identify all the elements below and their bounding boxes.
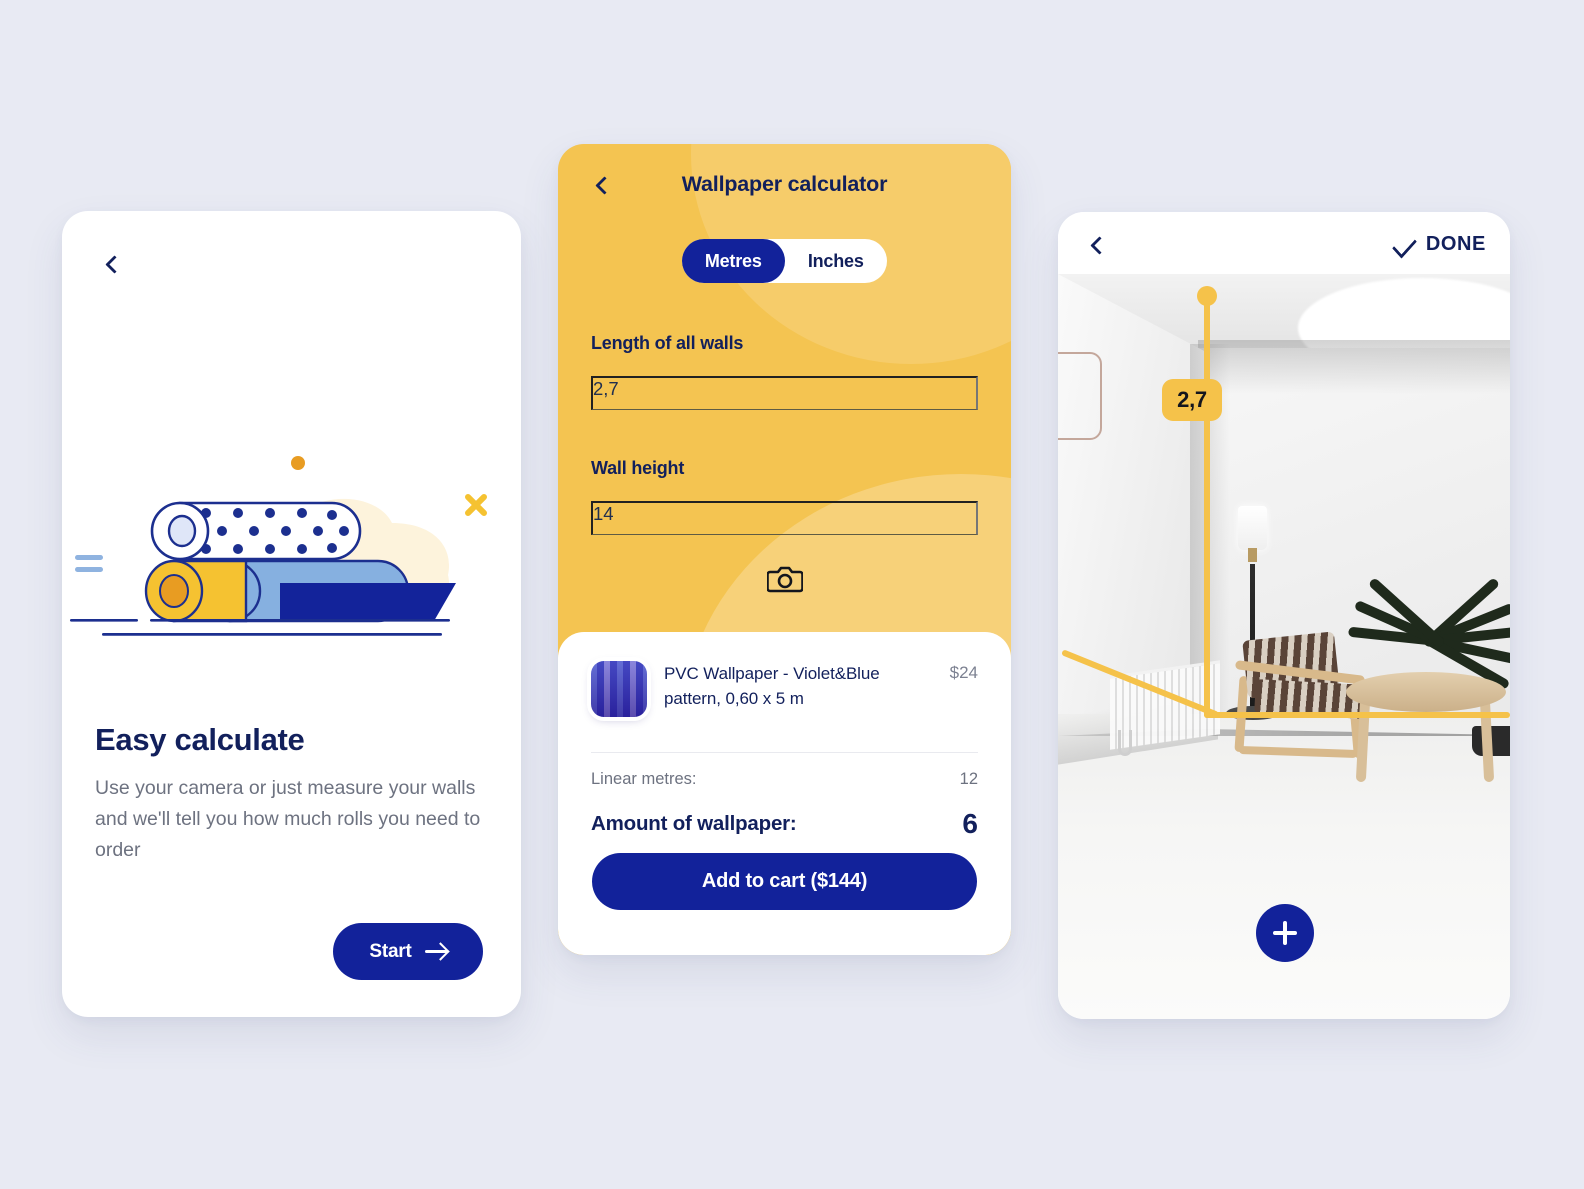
plus-icon xyxy=(1273,921,1297,945)
screens-stage: Easy calculate Use your camera or just m… xyxy=(0,0,1584,1189)
amount-value: 6 xyxy=(962,808,978,839)
length-field: Length of all walls xyxy=(591,333,978,410)
length-field-label: Length of all walls xyxy=(591,333,744,353)
height-input[interactable] xyxy=(591,501,978,535)
amount-row: Amount of wallpaper: 6 xyxy=(591,808,978,840)
chevron-left-icon xyxy=(104,254,124,274)
add-measurement-button[interactable] xyxy=(1256,904,1314,962)
done-button-label: DONE xyxy=(1425,232,1486,255)
living-room-camera-view: 2,7 xyxy=(1058,274,1510,1019)
divider xyxy=(591,752,978,753)
amount-label: Amount of wallpaper: xyxy=(591,812,797,835)
chevron-left-icon xyxy=(1089,235,1109,255)
measurement-badge[interactable]: 2,7 xyxy=(1162,379,1222,421)
height-field: Wall height xyxy=(591,458,978,535)
wallpaper-calculator-screen: Wallpaper calculator Metres Inches Lengt… xyxy=(558,144,1011,955)
back-button[interactable] xyxy=(1078,224,1120,266)
ar-measure-screen: DONE 2,7 xyxy=(1058,212,1510,1019)
done-button[interactable]: DONE xyxy=(1393,225,1486,263)
wallpaper-swatch-thumbnail xyxy=(591,661,647,717)
onboarding-screen: Easy calculate Use your camera or just m… xyxy=(62,211,521,1017)
camera-button[interactable] xyxy=(558,564,1011,594)
calculator-header: Wallpaper calculator xyxy=(558,144,1011,224)
product-name: PVC Wallpaper - Violet&Blue pattern, 0,6… xyxy=(664,664,880,708)
page-subtitle: Use your camera or just measure your wal… xyxy=(95,777,481,861)
arrow-right-icon xyxy=(424,950,447,953)
start-button[interactable]: Start xyxy=(333,923,483,980)
height-field-label: Wall height xyxy=(591,458,685,478)
check-icon xyxy=(1393,238,1415,250)
product-row[interactable]: PVC Wallpaper - Violet&Blue pattern, 0,6… xyxy=(591,661,978,717)
back-button[interactable] xyxy=(93,243,135,285)
page-title: Wallpaper calculator xyxy=(681,172,888,196)
linear-metres-value: 12 xyxy=(959,770,978,788)
unit-toggle[interactable]: Metres Inches xyxy=(682,239,887,283)
product-price: $24 xyxy=(949,663,978,682)
wallpaper-rolls-illustration xyxy=(62,451,521,651)
ar-header: DONE xyxy=(1058,212,1510,274)
page-title: Easy calculate xyxy=(95,722,305,757)
length-input[interactable] xyxy=(591,376,978,410)
linear-metres-row: Linear metres: 12 xyxy=(591,770,978,789)
measure-line-vertical xyxy=(1204,292,1210,718)
unit-option-inches[interactable]: Inches xyxy=(785,239,888,283)
product-summary-sheet: PVC Wallpaper - Violet&Blue pattern, 0,6… xyxy=(558,632,1011,955)
add-to-cart-button[interactable]: Add to cart ($144) xyxy=(592,853,977,910)
unit-option-metres[interactable]: Metres xyxy=(682,239,785,283)
measure-line-horizontal xyxy=(1204,712,1510,718)
start-button-label: Start xyxy=(369,940,412,962)
camera-icon xyxy=(766,566,803,593)
linear-metres-label: Linear metres: xyxy=(591,770,697,788)
measure-line-diagonal xyxy=(1061,649,1220,718)
